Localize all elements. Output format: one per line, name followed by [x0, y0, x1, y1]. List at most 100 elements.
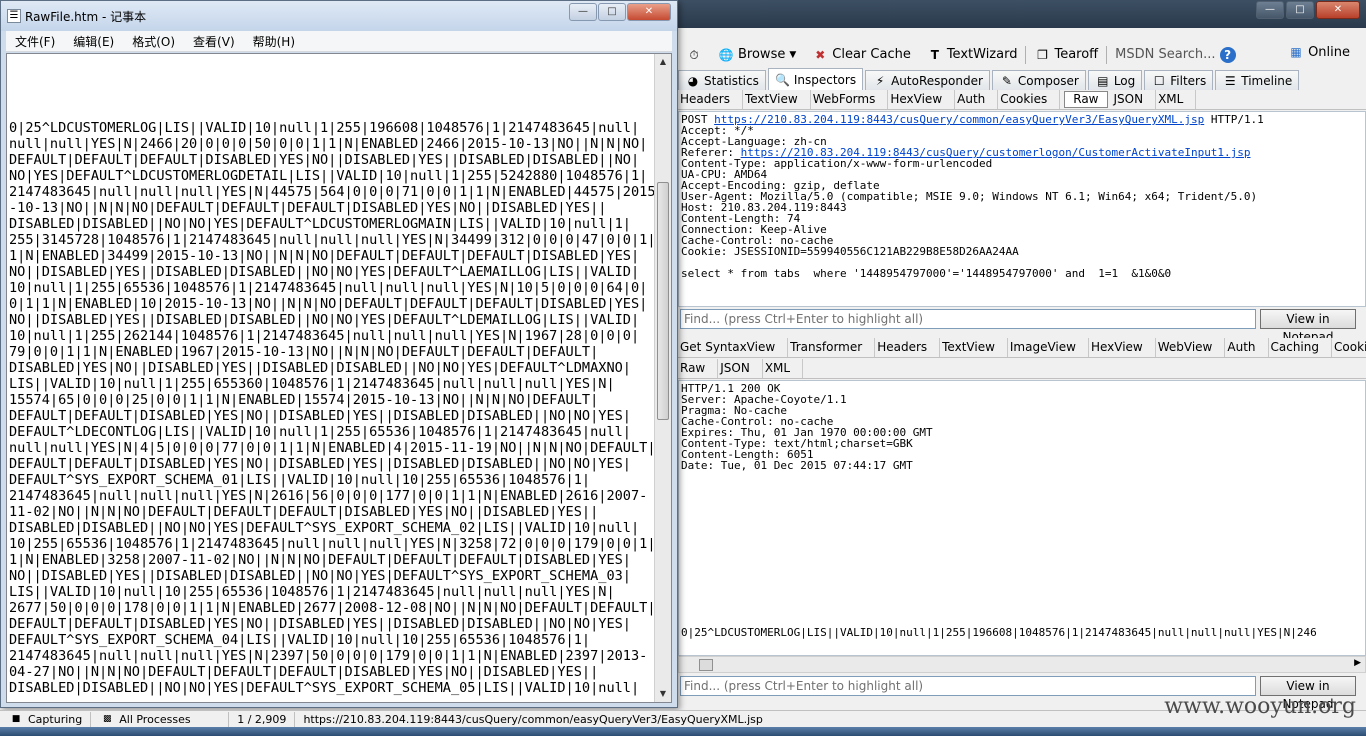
- tab-resp-webview[interactable]: WebView: [1156, 338, 1226, 357]
- response-raw-view[interactable]: HTTP/1.1 200 OK Server: Apache-Coyote/1.1…: [678, 380, 1366, 656]
- menu-format[interactable]: 格式(O): [123, 33, 184, 50]
- scroll-up-arrow[interactable]: ▲: [655, 54, 671, 70]
- notepad-icon: ☰: [7, 9, 21, 23]
- tab-resp-headers[interactable]: Headers: [875, 338, 941, 357]
- notepad-maximize-button[interactable]: □: [598, 3, 626, 21]
- notepad-vertical-scrollbar[interactable]: ▲ ▼: [654, 54, 671, 702]
- globe-icon: 🌐: [718, 47, 734, 62]
- tab-req-auth[interactable]: Auth: [955, 90, 999, 109]
- tab-resp-syntaxview[interactable]: Get SyntaxView: [678, 338, 789, 357]
- tab-req-raw[interactable]: Raw: [1064, 91, 1108, 108]
- tab-req-xml[interactable]: XML: [1156, 90, 1197, 109]
- response-horizontal-scrollbar[interactable]: ▶: [678, 656, 1366, 673]
- tab-resp-textview[interactable]: TextView: [940, 338, 1008, 357]
- tab-req-json[interactable]: JSON: [1112, 90, 1157, 109]
- tab-resp-caching[interactable]: Caching: [1269, 338, 1332, 357]
- tab-label: Timeline: [1241, 73, 1293, 88]
- request-url-link[interactable]: https://210.83.204.119:8443/cusQuery/com…: [714, 113, 1204, 126]
- scroll-right-arrow[interactable]: ▶: [1354, 658, 1361, 668]
- notepad-text-line: NO||DISABLED|YES||DISABLED|DISABLED||NO|…: [9, 312, 640, 328]
- request-view-in-notepad-button[interactable]: View in Notepad: [1260, 309, 1356, 344]
- tearoff-button[interactable]: ❐ Tearoff: [1026, 44, 1106, 66]
- tab-resp-raw[interactable]: Raw: [678, 359, 719, 378]
- tab-resp-cookies[interactable]: Cookies: [1332, 338, 1366, 357]
- menu-view[interactable]: 查看(V): [184, 33, 244, 50]
- tab-log[interactable]: ▤ Log: [1087, 70, 1143, 90]
- tearoff-label: Tearoff: [1054, 47, 1099, 62]
- capturing-toggle[interactable]: ■ Capturing: [0, 711, 92, 727]
- tab-resp-hexview[interactable]: HexView: [1089, 338, 1156, 357]
- clear-cache-button[interactable]: ✖ Clear Cache: [804, 44, 919, 66]
- filters-checkbox-icon: ☐: [1153, 73, 1165, 88]
- tab-resp-transformer[interactable]: Transformer: [788, 338, 876, 357]
- scrollbar-thumb[interactable]: [657, 182, 669, 420]
- response-find-input[interactable]: Find... (press Ctrl+Enter to highlight a…: [680, 676, 1256, 696]
- close-button[interactable]: ✕: [1316, 1, 1360, 19]
- notepad-text-line: 2147483645|null|null|null|YES|N|2397|50|…: [9, 648, 648, 664]
- notepad-text-line: 10|null|1|255|65536|1048576|1|2147483645…: [9, 280, 648, 296]
- maximize-button[interactable]: □: [1286, 1, 1314, 19]
- response-view-in-notepad-button[interactable]: View in Notepad: [1260, 676, 1356, 711]
- menu-file[interactable]: 文件(F): [6, 33, 64, 50]
- tab-label: Log: [1113, 73, 1136, 88]
- notepad-close-button[interactable]: ✕: [627, 3, 671, 21]
- notepad-text-line: NO|YES|DEFAULT^LDCUSTOMERLOGDETAIL|LIS||…: [9, 168, 648, 184]
- notepad-text-line: 255|3145728|1048576|1|2147483645|null|nu…: [9, 232, 656, 248]
- tab-inspectors[interactable]: 🔍 Inspectors: [767, 68, 864, 90]
- scroll-down-arrow[interactable]: ▼: [655, 686, 671, 702]
- scrollbar-thumb[interactable]: [699, 659, 713, 671]
- notepad-text-line: 0|25^LDCUSTOMERLOG|LIS||VALID|10|null|1|…: [9, 120, 640, 136]
- textwizard-button[interactable]: T TextWizard: [919, 44, 1026, 66]
- stopwatch-button[interactable]: ⏱: [678, 44, 710, 66]
- browse-button[interactable]: 🌐 Browse ▼: [710, 44, 804, 66]
- msdn-search-field[interactable]: MSDN Search...?: [1107, 44, 1243, 66]
- tab-timeline[interactable]: ☰ Timeline: [1215, 70, 1300, 90]
- tab-req-headers[interactable]: Headers: [678, 90, 743, 109]
- windows-taskbar: [0, 727, 1366, 736]
- tab-autoresponder[interactable]: ⚡ AutoResponder: [865, 70, 990, 90]
- process-filter[interactable]: ▩ All Processes: [91, 711, 230, 727]
- fiddler-statusbar: ■ Capturing ▩ All Processes 1 / 2,909 http…: [0, 710, 1366, 727]
- tab-statistics[interactable]: ◕ Statistics: [678, 70, 766, 90]
- tab-req-cookies[interactable]: Cookies: [998, 90, 1061, 109]
- tab-resp-auth[interactable]: Auth: [1225, 338, 1269, 357]
- tab-resp-json[interactable]: JSON: [718, 359, 763, 378]
- notepad-text-line: 04-27|NO||N|N|NO|DEFAULT|DEFAULT|DEFAULT…: [9, 664, 599, 680]
- tab-composer[interactable]: ✎ Composer: [991, 70, 1086, 90]
- notepad-text-line: 10|null|1|255|262144|1048576|1|214748364…: [9, 328, 640, 344]
- minimize-button[interactable]: —: [1256, 1, 1284, 19]
- notepad-text-line: null|null|YES|N|4|5|0|0|0|77|0|0|1|1|N|E…: [9, 440, 656, 456]
- notepad-text-line: LIS||VALID|10|null|1|255|655360|1048576|…: [9, 376, 615, 392]
- notepad-minimize-button[interactable]: —: [569, 3, 597, 21]
- process-icon: ▩: [102, 714, 112, 724]
- fiddler-titlebar: — □ ✕: [678, 0, 1366, 28]
- tearoff-icon: ❐: [1037, 47, 1048, 62]
- request-raw-view[interactable]: POST https://210.83.204.119:8443/cusQuer…: [678, 111, 1366, 307]
- tab-label: Filters: [1170, 73, 1207, 88]
- tab-req-hexview[interactable]: HexView: [888, 90, 956, 109]
- notepad-titlebar: ☰ RawFile.htm - 记事本 — □ ✕: [1, 1, 677, 31]
- notepad-text-line: DEFAULT|DEFAULT|DEFAULT|DISABLED|YES|NO|…: [9, 152, 640, 168]
- capturing-label: Capturing: [28, 712, 83, 726]
- notepad-text-line: 1|N|ENABLED|3258|2007-11-02|NO||N|N|NO|D…: [9, 552, 631, 568]
- menu-help[interactable]: 帮助(H): [244, 33, 304, 50]
- timeline-icon: ☰: [1224, 73, 1236, 88]
- help-icon[interactable]: ?: [1219, 46, 1236, 63]
- fiddler-main-tabs: ◕ Statistics 🔍 Inspectors ⚡ AutoResponder ✎…: [678, 68, 1366, 91]
- tab-resp-imageview[interactable]: ImageView: [1008, 338, 1089, 357]
- menu-edit[interactable]: 编辑(E): [64, 33, 123, 50]
- notepad-text-line: DEFAULT|DEFAULT|DISABLED|YES|NO||DISABLE…: [9, 456, 631, 472]
- request-find-bar: Find... (press Ctrl+Enter to highlight a…: [678, 308, 1366, 344]
- tab-req-webforms[interactable]: WebForms: [811, 90, 889, 109]
- online-indicator[interactable]: ▦ Online: [1288, 44, 1350, 60]
- tab-req-textview[interactable]: TextView: [743, 90, 811, 109]
- notepad-window: ☰ RawFile.htm - 记事本 — □ ✕ 文件(F) 编辑(E) 格式…: [0, 0, 678, 708]
- tab-filters[interactable]: ☐ Filters: [1144, 70, 1214, 90]
- fiddler-toolbar: ⏱ 🌐 Browse ▼ ✖ Clear Cache T TextWizard ❐ Tea…: [678, 41, 1366, 68]
- tab-resp-xml[interactable]: XML: [763, 359, 804, 378]
- notepad-text-area[interactable]: 0|25^LDCUSTOMERLOG|LIS||VALID|10|null|1|…: [6, 53, 672, 703]
- request-find-input[interactable]: Find... (press Ctrl+Enter to highlight a…: [680, 309, 1256, 329]
- request-protocol: HTTP/1.1: [1204, 113, 1264, 126]
- notepad-text-content: 0|25^LDCUSTOMERLOG|LIS||VALID|10|null|1|…: [9, 120, 656, 696]
- response-body: 0|25^LDCUSTOMERLOG|LIS||VALID|10|null|1|…: [681, 626, 1317, 639]
